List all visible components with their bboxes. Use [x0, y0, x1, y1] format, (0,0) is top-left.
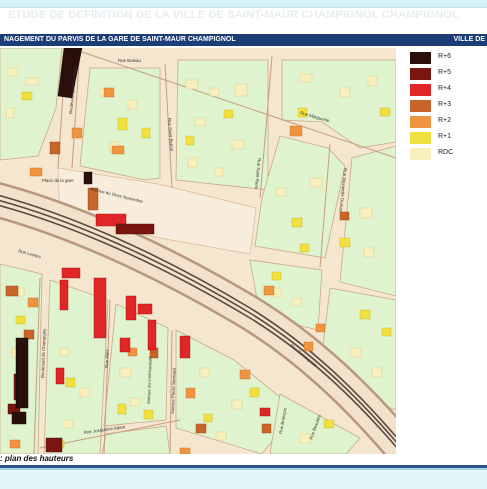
legend-label: R+3 [438, 101, 452, 108]
legend-label: R+1 [438, 133, 452, 140]
legend-swatch [410, 84, 431, 96]
label-rue-boieau: Rue Boieau [118, 58, 142, 63]
legend-swatch [410, 132, 431, 144]
legend-swatch [410, 68, 431, 80]
legend-swatch [410, 100, 431, 112]
faded-document-title: ETUDE DE DEFINITION DE LA VILLE DE SAINT… [8, 9, 459, 21]
legend-item: R+6 [406, 52, 486, 64]
bottom-band [0, 468, 487, 489]
legend-swatch [410, 52, 431, 64]
label-rue-alais: Rue Alais [104, 349, 110, 369]
legend-item: R+4 [406, 84, 486, 96]
legend-item: RDC [406, 148, 486, 160]
legend-label: R+2 [438, 117, 452, 124]
height-map[interactable]: Rue Boieau Rue Saint-Benoit Rue Margueri… [0, 48, 396, 454]
header-city: VILLE DE [453, 36, 485, 43]
legend-label: RDC [438, 149, 454, 156]
figure-caption: : plan des hauteurs [0, 454, 74, 463]
legend-item: R+1 [406, 132, 486, 144]
document-header-bar: NAGEMENT DU PARVIS DE LA GARE DE SAINT-M… [0, 34, 487, 46]
header-title: NAGEMENT DU PARVIS DE LA GARE DE SAINT-M… [4, 36, 236, 43]
label-place-gare: Place de la gare [42, 178, 74, 183]
height-map-svg: Rue Boieau Rue Saint-Benoit Rue Margueri… [0, 48, 396, 454]
top-strip [0, 0, 487, 8]
legend-label: R+6 [438, 53, 452, 60]
legend-label: R+5 [438, 69, 452, 76]
legend-swatch [410, 148, 431, 160]
legend-item: R+3 [406, 100, 486, 112]
legend-item: R+2 [406, 116, 486, 128]
legend-item: R+5 [406, 68, 486, 80]
legend-label: R+4 [438, 85, 452, 92]
legend-swatch [410, 116, 431, 128]
